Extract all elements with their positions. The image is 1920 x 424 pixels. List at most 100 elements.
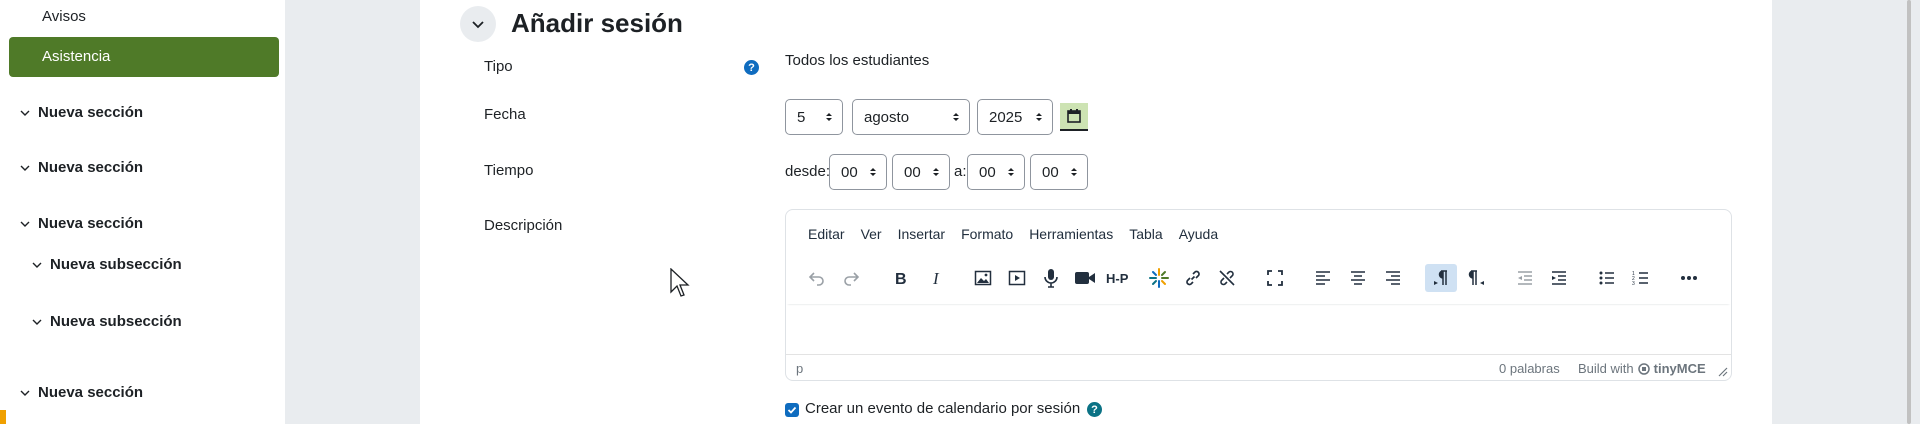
nav-link-asistencia[interactable]: Asistencia: [9, 37, 279, 77]
calendar-event-label[interactable]: Crear un evento de calendario por sesión: [805, 400, 1080, 417]
menu-insertar[interactable]: Insertar: [898, 226, 945, 242]
word-count[interactable]: 0 palabras: [1499, 361, 1560, 376]
from-minute-value: 00: [904, 163, 921, 181]
menu-formato[interactable]: Formato: [961, 226, 1013, 242]
tinymce-branding[interactable]: Build with tinyMCE: [1578, 361, 1706, 376]
calendar-event-checkbox[interactable]: [785, 403, 799, 417]
select-arrows-icon: [1071, 168, 1077, 176]
image-button[interactable]: [967, 264, 999, 292]
align-right-button[interactable]: [1377, 264, 1409, 292]
month-select[interactable]: agosto: [852, 99, 970, 135]
to-minute-select[interactable]: 00: [1030, 154, 1088, 190]
to-hour-value: 00: [979, 163, 996, 181]
chevron-down-icon[interactable]: [20, 219, 30, 229]
menu-tabla[interactable]: Tabla: [1129, 226, 1162, 242]
h5p-icon: H-P: [1106, 271, 1129, 285]
chevron-down-icon[interactable]: [20, 388, 30, 398]
media-icon: [1008, 270, 1026, 286]
from-hour-select[interactable]: 00: [829, 154, 887, 190]
year-select[interactable]: 2025: [977, 99, 1053, 135]
redo-button[interactable]: [836, 264, 868, 292]
scrollbar[interactable]: [1904, 0, 1912, 424]
rtl-button[interactable]: [1461, 264, 1493, 292]
select-arrows-icon: [953, 113, 959, 121]
italic-button[interactable]: I: [920, 264, 952, 292]
section-3[interactable]: Nueva sección: [20, 215, 143, 232]
more-button[interactable]: [1673, 264, 1705, 292]
day-select[interactable]: 5: [785, 99, 843, 135]
h5p-button[interactable]: H-P: [1100, 264, 1140, 292]
align-left-button[interactable]: [1307, 264, 1339, 292]
course-index-sidebar: Avisos Asistencia Nueva sección Nueva se…: [0, 0, 285, 424]
subsection-2[interactable]: Nueva subsección: [32, 313, 182, 330]
descripcion-label: Descripción: [484, 217, 563, 234]
bullet-list-button[interactable]: [1591, 264, 1623, 292]
chevron-down-icon[interactable]: [20, 163, 30, 173]
nav-link-avisos[interactable]: Avisos: [42, 8, 86, 25]
outdent-button[interactable]: [1509, 264, 1541, 292]
calendar-button[interactable]: [1060, 103, 1088, 131]
calendar-icon: [1067, 109, 1081, 123]
subsection-1[interactable]: Nueva subsección: [32, 256, 182, 273]
numbered-list-icon: 123: [1632, 271, 1648, 286]
ltr-button[interactable]: [1425, 264, 1457, 292]
bullet-list-icon: [1599, 271, 1614, 285]
more-icon: [1681, 276, 1697, 280]
link-button[interactable]: [1177, 264, 1209, 292]
section-title: Añadir sesión: [511, 8, 683, 38]
chevron-down-icon[interactable]: [32, 317, 42, 327]
ai-generate-button[interactable]: [1143, 264, 1175, 292]
from-hour-value: 00: [841, 163, 858, 181]
section-1[interactable]: Nueva sección: [20, 104, 143, 121]
select-arrows-icon: [870, 168, 876, 176]
resize-handle-icon[interactable]: [1718, 367, 1728, 377]
italic-icon: I: [932, 270, 940, 286]
year-value: 2025: [989, 108, 1023, 126]
section-label: Nueva subsección: [50, 313, 182, 330]
section-label: Nueva sección: [38, 384, 144, 401]
record-video-button[interactable]: [1069, 264, 1101, 292]
unlink-button[interactable]: [1211, 264, 1243, 292]
sparkle-icon: [1149, 268, 1169, 288]
select-arrows-icon: [826, 113, 832, 121]
chevron-down-icon[interactable]: [20, 108, 30, 118]
tipo-label: Tipo: [484, 58, 513, 75]
microphone-icon: [1044, 269, 1058, 288]
select-arrows-icon: [1036, 113, 1042, 121]
scrollbar-thumb[interactable]: [1907, 0, 1911, 424]
to-hour-select[interactable]: 00: [967, 154, 1025, 190]
chevron-down-icon[interactable]: [32, 260, 42, 270]
element-path[interactable]: p: [796, 361, 803, 376]
section-label: Nueva sección: [38, 159, 144, 176]
from-minute-select[interactable]: 00: [892, 154, 950, 190]
section-label: Nueva sección: [38, 215, 144, 232]
indent-button[interactable]: [1543, 264, 1575, 292]
help-icon[interactable]: ?: [1087, 402, 1102, 417]
menu-ver[interactable]: Ver: [861, 226, 882, 242]
left-to-right-icon: [1434, 270, 1447, 285]
help-icon[interactable]: ?: [744, 60, 759, 75]
redo-icon: [844, 272, 860, 286]
mouse-cursor-icon: [670, 268, 690, 297]
rich-text-editor: Editar Ver Insertar Formato Herramientas…: [785, 209, 1732, 381]
section-label: Nueva sección: [38, 104, 144, 121]
media-button[interactable]: [1001, 264, 1033, 292]
menu-editar[interactable]: Editar: [808, 226, 845, 242]
bold-button[interactable]: B: [884, 264, 916, 292]
collapse-section-button[interactable]: [460, 6, 496, 42]
fullscreen-button[interactable]: [1259, 264, 1291, 292]
undo-button[interactable]: [800, 264, 832, 292]
menu-ayuda[interactable]: Ayuda: [1179, 226, 1218, 242]
align-center-icon: [1351, 271, 1365, 285]
to-minute-value: 00: [1042, 163, 1059, 181]
image-icon: [974, 270, 992, 286]
bold-icon: B: [895, 271, 907, 286]
fecha-label: Fecha: [484, 106, 526, 123]
record-audio-button[interactable]: [1035, 264, 1067, 292]
align-center-button[interactable]: [1342, 264, 1374, 292]
section-4[interactable]: Nueva sección: [20, 384, 143, 401]
numbered-list-button[interactable]: 123: [1625, 264, 1657, 292]
menu-herramientas[interactable]: Herramientas: [1029, 226, 1113, 242]
desde-label: desde:: [785, 163, 831, 180]
section-2[interactable]: Nueva sección: [20, 159, 143, 176]
